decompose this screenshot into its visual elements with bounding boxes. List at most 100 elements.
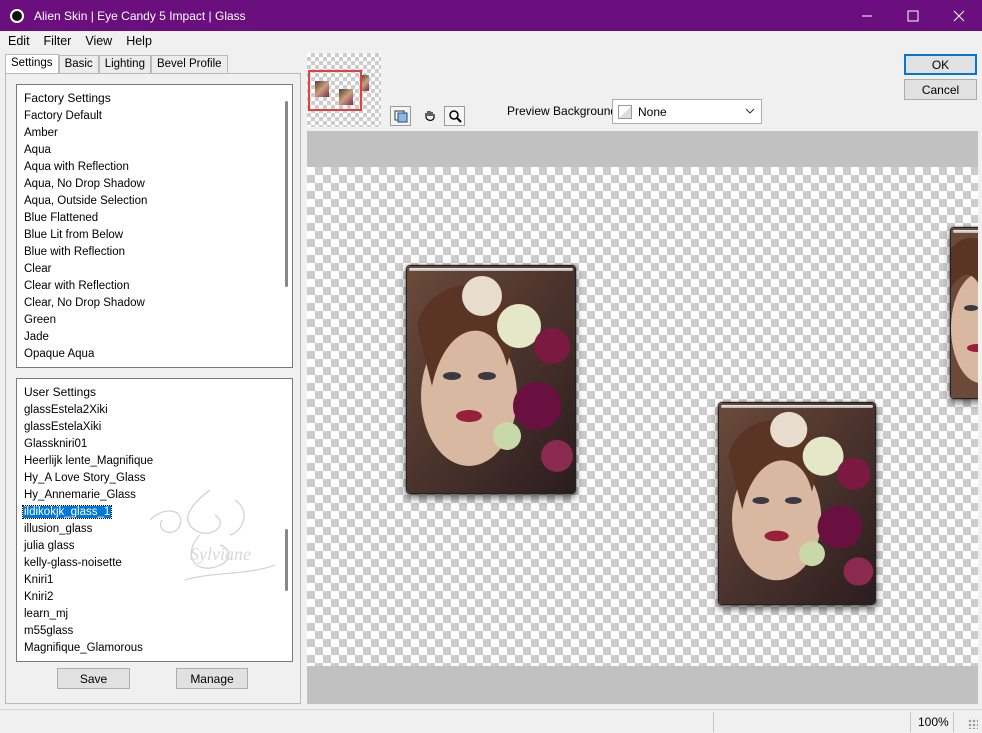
resize-grip[interactable] — [968, 719, 978, 729]
zoom-level: 100% — [918, 715, 949, 729]
list-item[interactable]: Aqua with Reflection — [17, 159, 292, 176]
factory-settings-list[interactable]: Factory Settings Factory Default Amber Aqu… — [16, 84, 293, 368]
list-item[interactable]: Aqua, Outside Selection — [17, 193, 292, 210]
list-item-label: julia glass — [24, 540, 75, 552]
tab-lighting[interactable]: Lighting — [98, 55, 151, 74]
list-item-label: Clear with Reflection — [24, 280, 130, 292]
minimize-button[interactable] — [844, 0, 890, 31]
list-item[interactable]: Blue Lit from Below — [17, 227, 292, 244]
list-item[interactable]: Heerlijk lente_Magnifique — [17, 453, 292, 470]
list-item-label: Aqua — [24, 144, 51, 156]
list-item-label: Green — [24, 314, 56, 326]
hand-tool-button[interactable] — [419, 106, 440, 126]
tab-basic[interactable]: Basic — [58, 55, 99, 74]
list-item[interactable]: m55glass — [17, 623, 292, 640]
menu-filter[interactable]: Filter — [36, 34, 78, 48]
factory-list-scrollbar[interactable] — [285, 101, 288, 287]
settings-tabs: Settings Basic Lighting Bevel Profile — [5, 54, 228, 74]
transparency-checkerboard — [307, 167, 978, 666]
list-item[interactable]: Blue with Reflection — [17, 244, 292, 261]
maximize-button[interactable] — [890, 0, 936, 31]
list-item[interactable]: Amber — [17, 125, 292, 142]
portrait-image — [951, 228, 978, 398]
list-item[interactable]: kelly-glass-noisette — [17, 555, 292, 572]
list-item-label: kelly-glass-noisette — [24, 557, 122, 569]
portrait-image — [719, 403, 875, 604]
list-item-label: m55glass — [24, 625, 74, 637]
list-item[interactable]: Factory Default — [17, 108, 292, 125]
list-item[interactable]: Blue Flattened — [17, 210, 292, 227]
zoom-tool-button[interactable] — [444, 106, 465, 126]
list-item[interactable]: Hy_A Love Story_Glass — [17, 470, 292, 487]
tab-bevel-profile[interactable]: Bevel Profile — [150, 55, 228, 74]
list-item[interactable]: glassEstela2Xiki — [17, 402, 292, 419]
user-list-scrollbar[interactable] — [285, 529, 288, 591]
list-item-label: illusion_glass — [24, 523, 93, 535]
list-item-label: glassEstela2Xiki — [24, 404, 108, 416]
list-item[interactable]: Opaque Aqua — [17, 346, 292, 363]
list-item[interactable]: ildikokjk_glass_1 — [17, 504, 292, 521]
factory-settings-header: Factory Settings — [24, 91, 111, 105]
list-item[interactable]: Magnifique_Glamorous — [17, 640, 292, 657]
list-item-label: Jade — [24, 331, 49, 343]
list-item[interactable]: Hy_Annemarie_Glass — [17, 487, 292, 504]
preview-background-label: Preview Background: — [507, 104, 621, 118]
close-button[interactable] — [936, 0, 982, 31]
window-title: Alien Skin | Eye Candy 5 Impact | Glass — [34, 8, 246, 23]
status-bar: 100% — [0, 709, 982, 733]
title-bar: Alien Skin | Eye Candy 5 Impact | Glass — [0, 0, 982, 31]
settings-panel: Factory Settings Factory Default Amber Aqu… — [5, 73, 301, 704]
list-item-label: Magnifique_Glamorous — [24, 642, 143, 654]
tab-settings[interactable]: Settings — [5, 54, 59, 74]
ok-button[interactable]: OK — [904, 54, 977, 75]
background-swatch — [618, 104, 632, 119]
list-item-label: Blue Lit from Below — [24, 229, 124, 241]
close-icon — [953, 10, 965, 21]
navigator-viewport-rect[interactable] — [308, 70, 362, 111]
user-settings-list[interactable]: User Settings glassEstela2Xiki glassEstel… — [16, 378, 293, 662]
user-settings-header: User Settings — [24, 385, 97, 399]
preview-toggle-button[interactable] — [390, 106, 411, 126]
list-item-label: Kniri2 — [24, 591, 54, 603]
list-item[interactable]: illusion_glass — [17, 521, 292, 538]
list-item-label: Hy_A Love Story_Glass — [24, 472, 146, 484]
list-item[interactable]: Clear with Reflection — [17, 278, 292, 295]
glass-preview-image — [718, 402, 876, 605]
cancel-button[interactable]: Cancel — [904, 79, 977, 100]
list-item[interactable]: glassEstelaXiki — [17, 419, 292, 436]
list-item-label: Aqua, No Drop Shadow — [24, 178, 145, 190]
list-item[interactable]: Kniri2 — [17, 589, 292, 606]
portrait-image — [407, 266, 575, 493]
list-item[interactable]: Green — [17, 312, 292, 329]
list-item[interactable]: Aqua — [17, 142, 292, 159]
list-item[interactable]: Aqua, No Drop Shadow — [17, 176, 292, 193]
list-item[interactable]: Kniri1 — [17, 572, 292, 589]
list-item-label: Blue with Reflection — [24, 246, 125, 258]
menu-view[interactable]: View — [77, 34, 118, 48]
preview-area[interactable] — [307, 131, 978, 704]
app-icon — [10, 8, 24, 23]
menu-help[interactable]: Help — [118, 34, 158, 48]
preview-background-select[interactable]: None — [612, 99, 762, 124]
preview-toggle-icon — [394, 110, 407, 123]
manage-button[interactable]: Manage — [176, 668, 248, 689]
hand-icon — [424, 111, 435, 121]
list-item[interactable]: julia glass — [17, 538, 292, 555]
menu-edit[interactable]: Edit — [0, 34, 36, 48]
list-item-label: Amber — [24, 127, 58, 139]
list-item-label: Clear — [24, 263, 52, 275]
list-item[interactable]: Glasskniri01 — [17, 436, 292, 453]
minimize-icon — [862, 15, 872, 16]
preview-background-value: None — [638, 104, 667, 119]
list-item[interactable]: Clear, No Drop Shadow — [17, 295, 292, 312]
list-item-label: learn_mj — [24, 608, 69, 620]
list-item[interactable]: learn_mj — [17, 606, 292, 623]
chevron-down-icon — [745, 108, 755, 114]
save-button[interactable]: Save — [57, 668, 130, 689]
list-item[interactable]: Clear — [17, 261, 292, 278]
list-item-label: Blue Flattened — [24, 212, 99, 224]
list-item[interactable]: Jade — [17, 329, 292, 346]
glass-preview-image — [950, 227, 978, 399]
list-item-label: Kniri1 — [24, 574, 54, 586]
list-item-label: Opaque Aqua — [24, 348, 95, 360]
